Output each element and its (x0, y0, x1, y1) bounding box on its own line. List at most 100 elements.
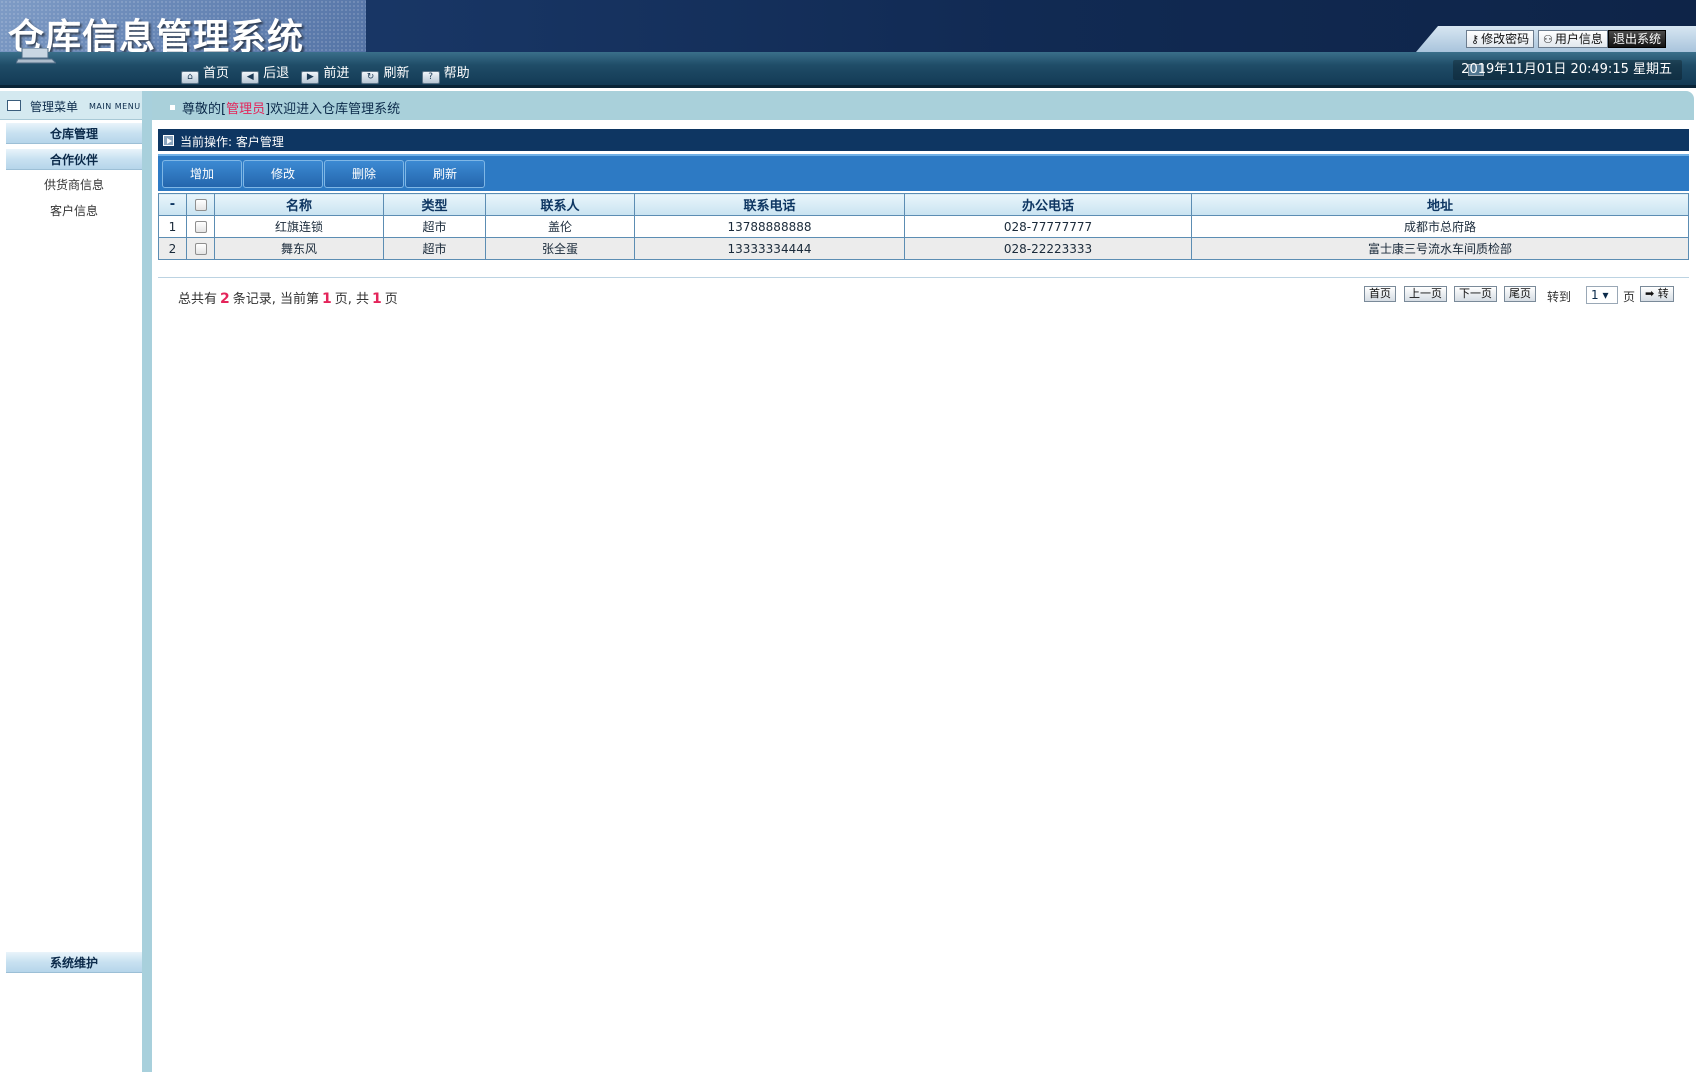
cell-address: 成都市总府路 (1191, 215, 1689, 238)
cell-phone: 13788888888 (634, 215, 905, 238)
app-header: 仓库信息管理系统 ⚷ 修改密码 ⚇ 用户信息 退出系统 (0, 0, 1696, 52)
cell-office-phone: 028-22223333 (904, 237, 1192, 260)
page-unit-label: 页 (1623, 290, 1636, 304)
sidebar: 管理菜单 MAIN MENU 仓库管理 合作伙伴 供货商信息 客户信息 系统维护 (0, 91, 152, 1072)
bullet-icon (170, 105, 175, 110)
prev-page-button[interactable]: 上一页 (1404, 286, 1447, 302)
table-row[interactable]: 2 舞东风 超市 张全蛋 13333334444 028-22223333 富士… (158, 237, 1689, 260)
top-right-tools: ⚷ 修改密码 ⚇ 用户信息 退出系统 (1416, 26, 1696, 52)
nav-home-label: 首页 (203, 66, 230, 81)
cell-index: 1 (158, 215, 187, 238)
menu-title-en: MAIN MENU (89, 102, 141, 111)
refresh-icon: ↻ (361, 71, 380, 84)
column-header-phone: 联系电话 (634, 193, 905, 216)
total-pages: 1 (372, 291, 382, 307)
column-header-address: 地址 (1191, 193, 1689, 216)
cell-name: 舞东风 (214, 237, 384, 260)
row-checkbox[interactable] (194, 221, 207, 233)
user-info-button[interactable]: ⚇ 用户信息 (1538, 30, 1608, 48)
operation-current: 客户管理 (235, 135, 284, 149)
column-header-contact: 联系人 (485, 193, 635, 216)
menu-group-system-maintenance[interactable]: 系统维护 (6, 951, 142, 973)
nav-refresh[interactable]: ↻ 刷新 (361, 62, 409, 84)
welcome-role: 管理员 (226, 102, 266, 117)
app-title: 仓库信息管理系统 (8, 17, 305, 52)
help-icon: ? (421, 71, 440, 84)
laptop-icon (16, 48, 56, 64)
welcome-prefix: 尊敬的[ (182, 102, 227, 117)
menu-header: 管理菜单 MAIN MENU (0, 91, 142, 120)
summary-text: 页, 共 (334, 292, 370, 307)
cell-type: 超市 (383, 215, 486, 238)
edit-button[interactable]: 修改 (243, 160, 323, 188)
user-icon: ⚇ (1543, 33, 1553, 46)
nav-back-label: 后退 (263, 66, 290, 81)
cell-contact: 张全蛋 (485, 237, 635, 260)
nav-home[interactable]: ⌂ 首页 (181, 62, 229, 84)
menu-icon (7, 100, 21, 111)
forward-arrow-icon: ▶ (301, 71, 320, 84)
table-header-row: - 名称 类型 联系人 联系电话 办公电话 地址 (158, 193, 1689, 216)
cell-name: 红旗连锁 (214, 215, 384, 238)
menu-title: 管理菜单 (30, 100, 79, 114)
logout-button[interactable]: 退出系统 (1608, 30, 1667, 48)
play-icon (163, 135, 174, 146)
table-row[interactable]: 1 红旗连锁 超市 盖伦 13788888888 028-77777777 成都… (158, 215, 1689, 238)
column-header-office-phone: 办公电话 (904, 193, 1192, 216)
home-icon: ⌂ (181, 71, 199, 84)
current-operation: 当前操作: 客户管理 (180, 133, 284, 150)
cell-type: 超市 (383, 237, 486, 260)
cell-address: 富士康三号流水车间质检部 (1191, 237, 1689, 260)
first-page-button[interactable]: 首页 (1364, 286, 1396, 302)
cell-select (186, 237, 215, 260)
main-content: 尊敬的[管理员]欢迎进入仓库管理系统 当前操作: 客户管理 增加 修改 删除 刷… (152, 91, 1696, 1072)
nav-toolbar: ⌂ 首页 ◀ 后退 ▶ 前进 ↻ 刷新 ? 帮助 2019年11月01日 20:49:15… (0, 48, 1696, 88)
current-operation-bar: 当前操作: 客户管理 (158, 129, 1689, 151)
select-all-checkbox[interactable] (194, 198, 207, 211)
menu-group-partners[interactable]: 合作伙伴 (6, 148, 142, 170)
cell-contact: 盖伦 (485, 215, 635, 238)
nav-help[interactable]: ? 帮助 (421, 62, 470, 84)
last-page-button[interactable]: 尾页 (1504, 286, 1536, 302)
summary-text: 条记录, 当前第 (232, 292, 320, 307)
column-header-type: 类型 (383, 193, 486, 216)
column-header-index: - (158, 193, 187, 216)
nav-forward[interactable]: ▶ 前进 (301, 62, 349, 84)
column-header-name: 名称 (214, 193, 384, 216)
total-records: 2 (220, 291, 230, 307)
logo-area: 仓库信息管理系统 (0, 0, 366, 52)
add-button[interactable]: 增加 (162, 160, 242, 188)
customer-table: - 名称 类型 联系人 联系电话 办公电话 地址 1 红旗连锁 超市 盖伦 13… (158, 193, 1689, 260)
welcome-message: 尊敬的[管理员]欢迎进入仓库管理系统 (182, 98, 400, 117)
refresh-button[interactable]: 刷新 (405, 160, 485, 188)
back-arrow-icon: ◀ (241, 71, 260, 84)
logout-label: 退出系统 (1613, 32, 1662, 46)
nav-help-label: 帮助 (443, 66, 470, 81)
current-page: 1 (322, 291, 332, 307)
nav-back[interactable]: ◀ 后退 (241, 62, 289, 84)
cell-index: 2 (158, 237, 187, 260)
summary-text: 页 (384, 292, 398, 307)
user-info-label: 用户信息 (1554, 32, 1603, 46)
delete-button[interactable]: 删除 (324, 160, 404, 188)
pagination-summary: 总共有 2 条记录, 当前第 1 页, 共1页 (178, 288, 398, 307)
operation-label: 当前操作: (180, 135, 233, 149)
welcome-bar: 尊敬的[管理员]欢迎进入仓库管理系统 (152, 91, 1694, 120)
go-button[interactable]: ➡ 转 (1640, 286, 1674, 302)
welcome-suffix: ]欢迎进入仓库管理系统 (265, 102, 401, 117)
cell-office-phone: 028-77777777 (904, 215, 1192, 238)
menu-item-supplier-info[interactable]: 供货商信息 (6, 175, 142, 195)
summary-text: 总共有 (178, 292, 218, 307)
action-bar: 增加 修改 删除 刷新 (158, 154, 1689, 191)
datetime-display: 2019年11月01日 20:49:15 星期五 (1453, 60, 1682, 80)
menu-item-customer-info[interactable]: 客户信息 (6, 201, 142, 221)
menu-group-warehouse[interactable]: 仓库管理 (6, 122, 142, 144)
change-password-label: 修改密码 (1481, 32, 1530, 46)
change-password-button[interactable]: ⚷ 修改密码 (1466, 30, 1535, 48)
row-checkbox[interactable] (194, 243, 207, 255)
key-icon: ⚷ (1471, 33, 1480, 46)
cell-phone: 13333334444 (634, 237, 905, 260)
nav-links: ⌂ 首页 ◀ 后退 ▶ 前进 ↻ 刷新 ? 帮助 (181, 62, 478, 84)
next-page-button[interactable]: 下一页 (1454, 286, 1497, 302)
page-select[interactable]: 1 ▾ (1586, 286, 1618, 304)
